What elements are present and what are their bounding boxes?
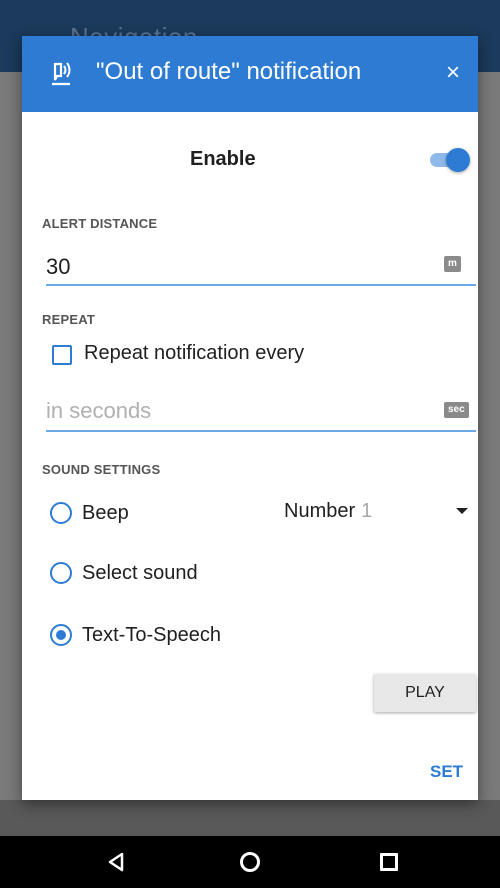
radio-selected-dot bbox=[56, 630, 66, 640]
alert-distance-label: ALERT DISTANCE bbox=[42, 216, 158, 231]
tts-notification-icon bbox=[52, 62, 71, 86]
home-icon[interactable] bbox=[240, 852, 260, 872]
repeat-checkbox-label[interactable]: Repeat notification every bbox=[84, 342, 304, 365]
dialog-title: "Out of route" notification bbox=[96, 58, 362, 85]
number-select[interactable]: Number 1 bbox=[284, 500, 372, 523]
repeat-label: REPEAT bbox=[42, 312, 95, 327]
text-to-speech-radio[interactable] bbox=[50, 624, 72, 646]
play-button[interactable]: PLAY bbox=[374, 674, 476, 712]
toggle-thumb bbox=[446, 148, 470, 172]
enable-label: Enable bbox=[190, 148, 256, 170]
set-button[interactable]: SET bbox=[430, 762, 463, 782]
android-nav-bar bbox=[0, 836, 500, 888]
repeat-seconds-unit: sec bbox=[444, 402, 469, 418]
alert-distance-input[interactable]: 30 bbox=[46, 254, 70, 280]
recent-apps-icon[interactable] bbox=[380, 853, 398, 871]
beep-label[interactable]: Beep bbox=[82, 502, 129, 525]
back-icon[interactable] bbox=[106, 852, 126, 872]
repeat-checkbox[interactable] bbox=[52, 345, 72, 365]
number-value: 1 bbox=[361, 500, 373, 522]
repeat-seconds-underline bbox=[46, 430, 476, 432]
select-sound-radio[interactable] bbox=[50, 562, 72, 584]
close-icon[interactable]: × bbox=[440, 60, 466, 86]
alert-distance-underline bbox=[46, 284, 476, 286]
out-of-route-dialog: "Out of route" notification × Enable ALE… bbox=[22, 36, 478, 800]
enable-toggle[interactable] bbox=[430, 148, 470, 172]
alert-distance-unit: m bbox=[444, 256, 461, 272]
beep-radio[interactable] bbox=[50, 502, 72, 524]
screen: Navigation "Out of route" notification ×… bbox=[0, 0, 500, 888]
text-to-speech-label[interactable]: Text-To-Speech bbox=[82, 624, 221, 647]
background-dim bbox=[0, 800, 500, 838]
number-label: Number bbox=[284, 500, 356, 522]
select-sound-label[interactable]: Select sound bbox=[82, 562, 198, 585]
sound-settings-label: SOUND SETTINGS bbox=[42, 462, 161, 477]
dialog-header: "Out of route" notification × bbox=[22, 36, 478, 112]
chevron-down-icon[interactable] bbox=[456, 508, 468, 514]
repeat-seconds-input[interactable]: in seconds bbox=[46, 398, 151, 424]
